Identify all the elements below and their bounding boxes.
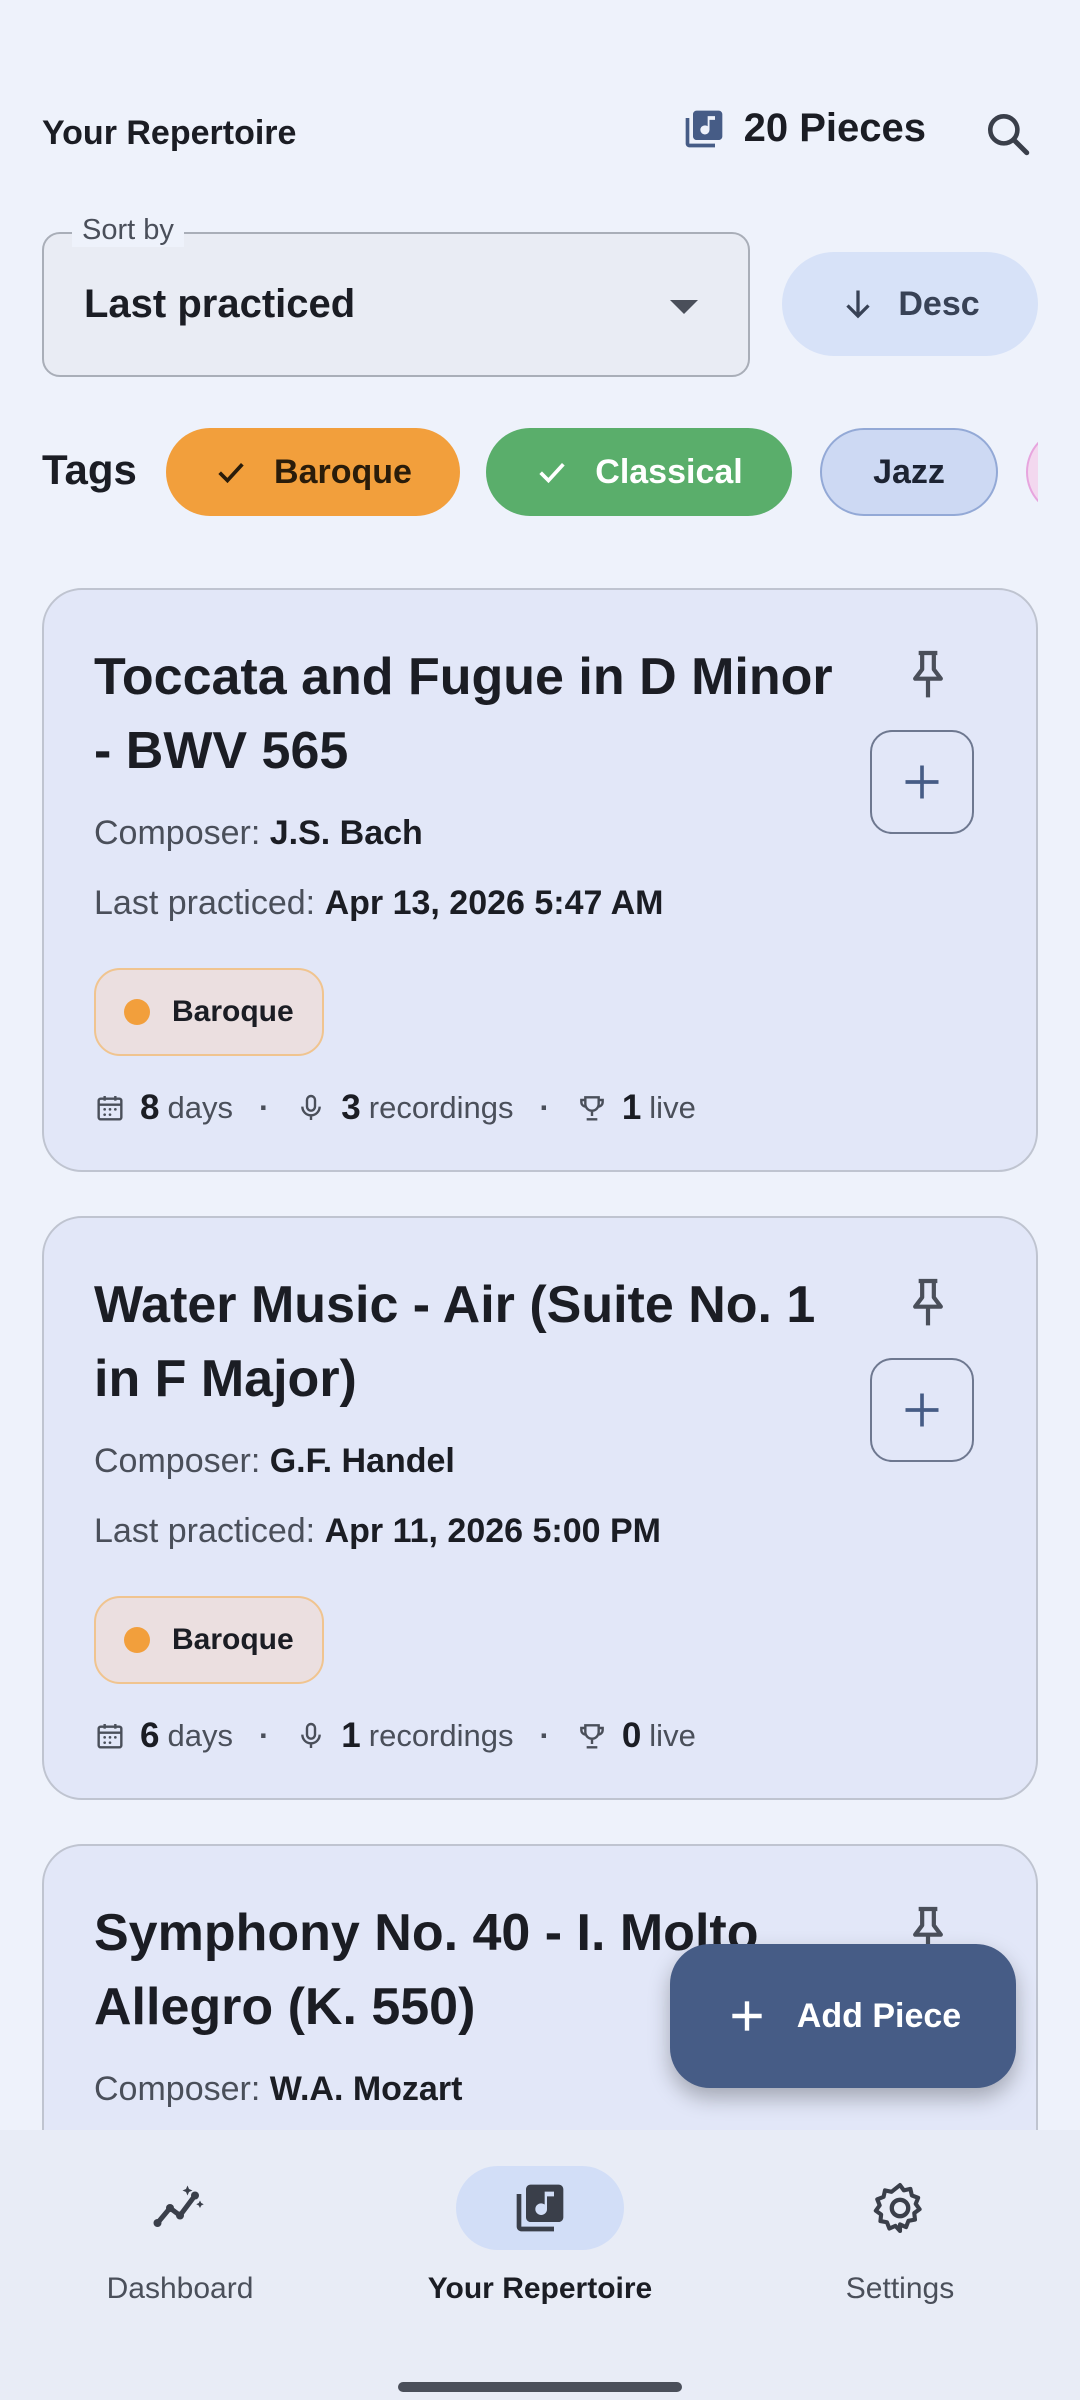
search-icon bbox=[988, 114, 1030, 156]
piece-tag: Baroque bbox=[94, 968, 324, 1056]
tag-color-dot bbox=[124, 1627, 150, 1653]
insights-icon bbox=[153, 2185, 204, 2227]
nav-dashboard[interactable]: Dashboard bbox=[0, 2166, 360, 2306]
composer-line: Composer: G.F. Handel bbox=[94, 1442, 455, 1480]
add-piece-button[interactable]: Add Piece bbox=[670, 1944, 1016, 2088]
pin-icon[interactable] bbox=[900, 644, 956, 704]
sort-direction-button[interactable]: Desc bbox=[782, 252, 1038, 356]
piece-title: Water Music - Air (Suite No. 1 in F Majo… bbox=[94, 1276, 816, 1408]
microphone-icon bbox=[301, 1722, 322, 1748]
composer-name: J.S. Bach bbox=[269, 814, 423, 852]
piece-count-label: 20 Pieces bbox=[743, 106, 926, 150]
check-icon bbox=[218, 462, 244, 484]
home-indicator bbox=[398, 2382, 682, 2392]
sort-value: Last practiced bbox=[84, 282, 356, 326]
tags-label: Tags bbox=[42, 446, 137, 493]
check-icon bbox=[539, 462, 565, 484]
nav-repertoire-label: Your Repertoire bbox=[427, 2272, 653, 2305]
nav-settings-label: Settings bbox=[845, 2272, 955, 2305]
plus-icon bbox=[732, 2001, 762, 2031]
nav-repertoire[interactable]: Your Repertoire bbox=[360, 2166, 720, 2306]
composer-name: W.A. Mozart bbox=[269, 2070, 463, 2108]
library-music-icon bbox=[516, 2184, 564, 2232]
tag-chip-label: Jazz bbox=[873, 452, 945, 491]
calendar-icon bbox=[97, 1096, 123, 1121]
dropdown-arrow-icon bbox=[670, 300, 698, 314]
composer-line: Composer: J.S. Bach bbox=[94, 814, 423, 852]
last-practiced-line: Last practiced: Apr 13, 2026 5:47 AM bbox=[94, 884, 664, 922]
piece-stats: 6 days · 1 recordings · 0 live bbox=[94, 1716, 696, 1756]
app-header: Your Repertoire 20 Pieces bbox=[42, 96, 1038, 176]
tag-chip-baroque[interactable]: Baroque bbox=[166, 428, 460, 516]
add-piece-label: Add Piece bbox=[796, 1996, 962, 2035]
composer-name: G.F. Handel bbox=[269, 1442, 455, 1480]
plus-icon bbox=[905, 1393, 939, 1427]
trophy-icon bbox=[579, 1096, 604, 1121]
arrow-down-icon bbox=[846, 290, 871, 319]
sort-dropdown[interactable]: Sort by Last practiced bbox=[42, 214, 750, 377]
last-practiced-line: Last practiced: Apr 11, 2026 5:00 PM bbox=[94, 1512, 661, 1550]
piece-tag-label: Baroque bbox=[172, 1623, 294, 1656]
tag-chip-more[interactable] bbox=[1026, 428, 1038, 516]
piece-tag: Baroque bbox=[94, 1596, 324, 1684]
sort-direction-label: Desc bbox=[898, 284, 980, 323]
gear-icon bbox=[873, 2182, 922, 2234]
calendar-icon bbox=[97, 1724, 123, 1749]
piece-card[interactable]: Toccata and Fugue in D Minor - BWV 565 C… bbox=[42, 588, 1038, 1172]
content-area: Your Repertoire 20 Pieces Sort by Last p… bbox=[0, 0, 1080, 2130]
nav-dashboard-label: Dashboard bbox=[106, 2272, 254, 2305]
page-title: Your Repertoire bbox=[42, 114, 297, 152]
piece-stats: 8 days · 3 recordings · 1 live bbox=[94, 1088, 696, 1128]
pin-icon[interactable] bbox=[900, 1272, 956, 1332]
tag-chip-label: Baroque bbox=[274, 452, 412, 491]
plus-icon bbox=[905, 765, 939, 799]
add-session-button[interactable] bbox=[870, 1358, 974, 1462]
tag-chip-label: Classical bbox=[595, 452, 743, 491]
search-button[interactable] bbox=[978, 104, 1038, 164]
piece-card[interactable]: Water Music - Air (Suite No. 1 in F Majo… bbox=[42, 1216, 1038, 1800]
trophy-icon bbox=[579, 1724, 604, 1749]
piece-tag-label: Baroque bbox=[172, 995, 294, 1028]
tag-color-dot bbox=[124, 999, 150, 1025]
tag-chip-classical[interactable]: Classical bbox=[486, 428, 792, 516]
nav-settings[interactable]: Settings bbox=[720, 2166, 1080, 2306]
sort-legend: Sort by bbox=[72, 214, 184, 247]
last-practiced-value: Apr 11, 2026 5:00 PM bbox=[324, 1512, 661, 1550]
piece-title: Toccata and Fugue in D Minor - BWV 565 bbox=[94, 648, 833, 780]
composer-line: Composer: W.A. Mozart bbox=[94, 2070, 463, 2108]
last-practiced-value: Apr 13, 2026 5:47 AM bbox=[324, 884, 664, 922]
add-session-button[interactable] bbox=[870, 730, 974, 834]
piece-count: 20 Pieces bbox=[682, 106, 926, 151]
library-music-icon bbox=[685, 110, 722, 147]
tag-chip-jazz[interactable]: Jazz bbox=[820, 428, 998, 516]
tags-filter-row: Tags Baroque Classical Jazz bbox=[42, 428, 1038, 518]
microphone-icon bbox=[301, 1094, 322, 1120]
bottom-navigation: Dashboard Your Repertoire Settings bbox=[0, 2130, 1080, 2400]
